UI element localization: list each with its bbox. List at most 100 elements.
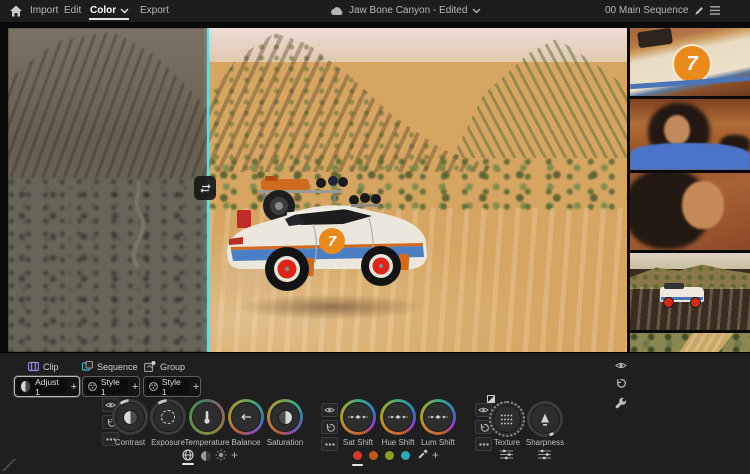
settings-wrench-icon[interactable] [614,397,627,410]
eye-icon [324,407,335,413]
thumb2-face [664,115,690,145]
tab-group[interactable]: Group [144,361,185,372]
balance-dial[interactable] [228,399,264,435]
before-trail [131,181,146,268]
eye-icon [478,407,489,413]
texture-settings-icon[interactable] [500,449,513,460]
thumb4-car-rack [664,283,684,289]
compare-slider-handle[interactable] [194,176,216,200]
sequence-list-icon[interactable] [710,6,720,15]
texture-dial[interactable] [489,401,525,437]
menu-import[interactable]: Import [30,5,58,16]
filmstrip-thumbnail-2[interactable] [630,99,750,170]
thumb4-wheel [663,297,674,308]
shift-slider-icon [428,415,448,419]
saturation-icon [277,409,293,425]
thumb4-wheel [690,297,701,308]
car-number: 7 [327,232,337,250]
hue-swatch-orange[interactable] [369,451,378,460]
exposure-icon [161,410,175,424]
panel-visibility-button[interactable] [615,361,627,370]
clip-preset-adjust[interactable]: Adjust 1 + [14,376,80,397]
sun-icon [215,449,227,461]
cloud-sync-icon [330,6,344,16]
menu-export[interactable]: Export [140,5,169,16]
chevron-down-icon [120,8,129,14]
edit-pencil-icon[interactable] [694,5,705,16]
tab-sequence[interactable]: Sequence [82,361,138,372]
sharpness-settings-icon[interactable] [538,449,551,460]
add-wheelset-button[interactable]: + [231,448,238,462]
filmstrip-thumbnail-4[interactable] [630,253,750,330]
temperature-dial[interactable] [189,399,225,435]
sharpness-dial[interactable] [527,401,563,437]
globe-icon [182,449,194,461]
thumb1-mirror [637,28,673,49]
tab-clip[interactable]: Clip [28,361,59,372]
add-swatch-button[interactable]: + [432,448,439,462]
wheelset-global-tab[interactable] [182,449,194,461]
group2-reset-button[interactable] [321,420,338,434]
tab-group-label: Group [160,361,186,372]
add-adjust-button[interactable]: + [67,381,81,393]
texture-icon [501,414,513,424]
wheelset-active-underline [182,463,194,465]
hue-swatch-red[interactable] [353,451,362,460]
group2-visibility-button[interactable] [321,403,338,417]
contrast-dial[interactable] [112,399,148,435]
eye-icon [615,363,627,368]
saturation-dial[interactable] [267,399,303,435]
lum-shift-dial[interactable] [420,399,456,435]
wheelset-contrast-tab[interactable] [200,450,212,462]
active-menu-underline [89,18,129,20]
contrast-mini-icon [200,450,212,462]
preset-pill: Style 1 [146,377,189,397]
lum-shift-label: Lum Shift [421,438,455,447]
thumb2-shirt [630,143,750,170]
project-chevron-down-icon[interactable] [472,8,481,14]
tab-sequence-label: Sequence [97,361,138,372]
project-title[interactable]: Jaw Bone Canyon - Edited [349,5,467,16]
sequence-icon [82,361,93,371]
undo-icon [617,379,626,388]
sat-shift-dial[interactable] [340,399,376,435]
tab-clip-label: Clip [43,361,59,372]
hue-shift-dial[interactable] [380,399,416,435]
arrow-left-icon [241,413,251,421]
thermometer-icon [204,411,210,424]
swatch-active-underline [352,464,363,466]
thumb1-car-number: 7 [686,52,698,75]
undo-icon [480,423,489,432]
group-icon [144,361,156,372]
add-style-button[interactable]: + [128,381,142,393]
filmstrip-thumbnail-3[interactable] [630,173,750,250]
menu-color[interactable]: Color [90,5,116,16]
group-preset-style[interactable]: Style 1 + [143,376,201,397]
clip-filmstrip-icon [28,361,39,372]
resize-corner[interactable] [2,459,16,471]
thumb3-face [682,181,724,229]
hue-swatch-green[interactable] [385,451,394,460]
preset-pill: Style 1 [85,376,128,397]
car-number-badge: 7 [319,228,345,254]
adjust-icon [20,380,32,393]
panel-reset-button[interactable] [615,378,626,388]
preview-before-image [8,28,208,352]
exposure-dial[interactable] [150,399,186,435]
sequence-preset-style[interactable]: Style 1 + [82,376,140,397]
menu-edit[interactable]: Edit [64,5,81,16]
preview-after-image: 7 [209,28,627,352]
eyedropper-icon[interactable] [417,449,428,460]
sequence-label: 00 Main Sequence [605,5,689,16]
program-monitor: 7 [8,28,627,352]
preset-pill: Adjust 1 [17,377,67,397]
wheelset-light-tab[interactable] [215,449,227,461]
hue-swatch-teal[interactable] [401,451,410,460]
compare-arrows-icon [200,183,210,193]
home-icon[interactable] [9,4,23,18]
add-style-button[interactable]: + [189,381,203,393]
preset-label: Style 1 [100,376,120,397]
saturation-label: Saturation [266,438,304,447]
shift-slider-icon [388,415,408,419]
filmstrip-thumbnail-1[interactable]: 7 [630,28,750,96]
